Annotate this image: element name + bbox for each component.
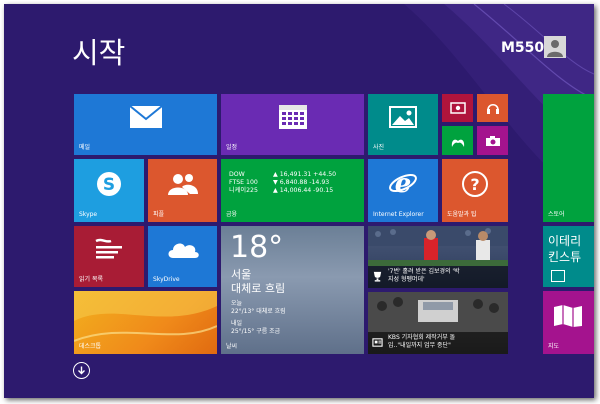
maps-tile-label: 지도 (548, 343, 560, 350)
news-caption: KBS 기자협회 제작거부 돌 입.."내일까지 업무 중단" (368, 332, 508, 354)
camera-tile[interactable] (477, 126, 508, 155)
weather-tile-label: 날씨 (226, 343, 238, 350)
help-tile-label: 도움말과 팁 (447, 211, 477, 218)
stock-row: FTSE 100 ▼ 6,840.88 -14.93 (229, 179, 336, 187)
page-title: 시작 (72, 36, 126, 70)
reading-list-tile-label: 읽기 목록 (79, 276, 103, 283)
ie-tile-label: Internet Explorer (373, 211, 424, 218)
all-apps-button[interactable] (73, 362, 90, 379)
stock-row: DOW ▲ 16,491.31 +44.50 (229, 171, 336, 179)
app-tile-teal-line2: 킨스튜 (548, 250, 582, 264)
skydrive-tile[interactable]: SkyDrive (148, 226, 217, 287)
people-icon (167, 174, 198, 195)
finance-tile-label: 금융 (226, 211, 238, 218)
weather-tile[interactable]: 18° 서울 대체로 흐림 오늘 22°/13° 대체로 흐림 내일 25°/1… (221, 226, 364, 354)
store-tile[interactable]: 스토어 (543, 94, 594, 222)
sports-news-line2: 지성 형펭머데' (388, 276, 425, 283)
skype-icon: S (97, 172, 121, 196)
camera-icon (485, 135, 500, 146)
desktop-tile-label: 데스크톱 (79, 343, 102, 350)
maps-tile[interactable]: 지도 (543, 291, 594, 354)
start-screen: 시작 M550 메일 일정 사진 스토어 S Skype 피플 DOW ▲ 16… (4, 4, 594, 398)
help-tile[interactable]: ? 도움말과 팁 (442, 159, 508, 222)
photos-tile-label: 사진 (373, 144, 385, 151)
stock-name: FTSE 100 (229, 179, 258, 186)
skype-tile[interactable]: S Skype (74, 159, 144, 222)
sports-news-tile[interactable]: '7번' 홀려 받은 김보경의 '박 지성 형펭머데' (368, 226, 508, 288)
mail-tile[interactable]: 메일 (74, 94, 217, 155)
xbox-icon (451, 139, 464, 147)
weather-tomorrow-detail: 25°/15° 구름 조금 (231, 328, 281, 335)
user-icon (547, 40, 563, 57)
help-icon: ? (462, 171, 488, 197)
stock-row: 니케이225 ▲ 14,006.44 -90.15 (229, 187, 336, 195)
stock-name: DOW (229, 171, 245, 178)
calendar-tile-label: 일정 (226, 144, 238, 151)
internet-explorer-icon: e (389, 169, 417, 199)
video-icon (449, 102, 466, 114)
trophy-icon (373, 271, 382, 282)
stock-value: ▼ 6,840.88 -14.93 (273, 179, 330, 186)
video-tile[interactable] (442, 94, 473, 122)
sports-news-line1: '7번' 홀려 받은 김보경의 '박 (388, 268, 460, 275)
svg-text:S: S (103, 175, 115, 195)
reading-list-icon (95, 238, 122, 259)
people-tile[interactable]: 피플 (148, 159, 217, 222)
avatar[interactable] (544, 36, 566, 58)
calendar-icon (278, 105, 307, 129)
cloud-icon (168, 243, 199, 258)
store-tile-label: 스토어 (548, 211, 565, 218)
photos-tile[interactable]: 사진 (368, 94, 438, 155)
headphones-icon (486, 103, 499, 114)
weather-condition: 대체로 흐림 (231, 282, 286, 295)
stock-value: ▲ 14,006.44 -90.15 (273, 187, 334, 194)
reading-list-tile[interactable]: 읽기 목록 (74, 226, 144, 287)
news-tile[interactable]: KBS 기자협회 제작거부 돌 입.."내일까지 업무 중단" (368, 292, 508, 354)
svg-text:e: e (395, 169, 412, 199)
news-line2: 입.."내일까지 업무 중단" (388, 342, 451, 349)
games-tile[interactable] (442, 126, 473, 155)
finance-tile[interactable]: DOW ▲ 16,491.31 +44.50 FTSE 100 ▼ 6,840.88… (221, 159, 364, 222)
weather-temperature: 18° (230, 230, 284, 265)
news-photo (368, 292, 508, 332)
skype-tile-label: Skype (79, 211, 98, 218)
arrow-down-icon (78, 366, 85, 375)
app-tile-teal-icon (551, 270, 565, 282)
skydrive-tile-label: SkyDrive (153, 276, 180, 283)
mail-icon (128, 105, 163, 128)
sports-news-caption: '7번' 홀려 받은 김보경의 '박 지성 형펭머데' (368, 266, 508, 288)
app-tile-teal[interactable]: 이테리 킨스튜 (543, 226, 594, 287)
news-icon (372, 338, 383, 347)
weather-today-detail: 22°/13° 대체로 흐림 (231, 308, 286, 315)
stock-value: ▲ 16,491.31 +44.50 (273, 171, 337, 178)
news-line1: KBS 기자협회 제작거부 돌 (388, 334, 456, 341)
user-name[interactable]: M550 (501, 40, 544, 56)
people-tile-label: 피플 (153, 211, 165, 218)
music-tile[interactable] (477, 94, 508, 122)
desktop-tile[interactable]: 데스크톱 (74, 291, 217, 354)
stock-list: DOW ▲ 16,491.31 +44.50 FTSE 100 ▼ 6,840.88… (229, 171, 336, 195)
sports-photo (368, 226, 508, 266)
calendar-tile[interactable]: 일정 (221, 94, 364, 155)
app-tile-teal-line1: 이테리 (548, 234, 582, 248)
map-icon (554, 305, 582, 327)
photos-icon (389, 106, 417, 128)
stock-name: 니케이225 (229, 187, 258, 194)
mail-tile-label: 메일 (79, 144, 91, 151)
ie-tile[interactable]: e Internet Explorer (368, 159, 438, 222)
svg-text:?: ? (470, 175, 479, 194)
